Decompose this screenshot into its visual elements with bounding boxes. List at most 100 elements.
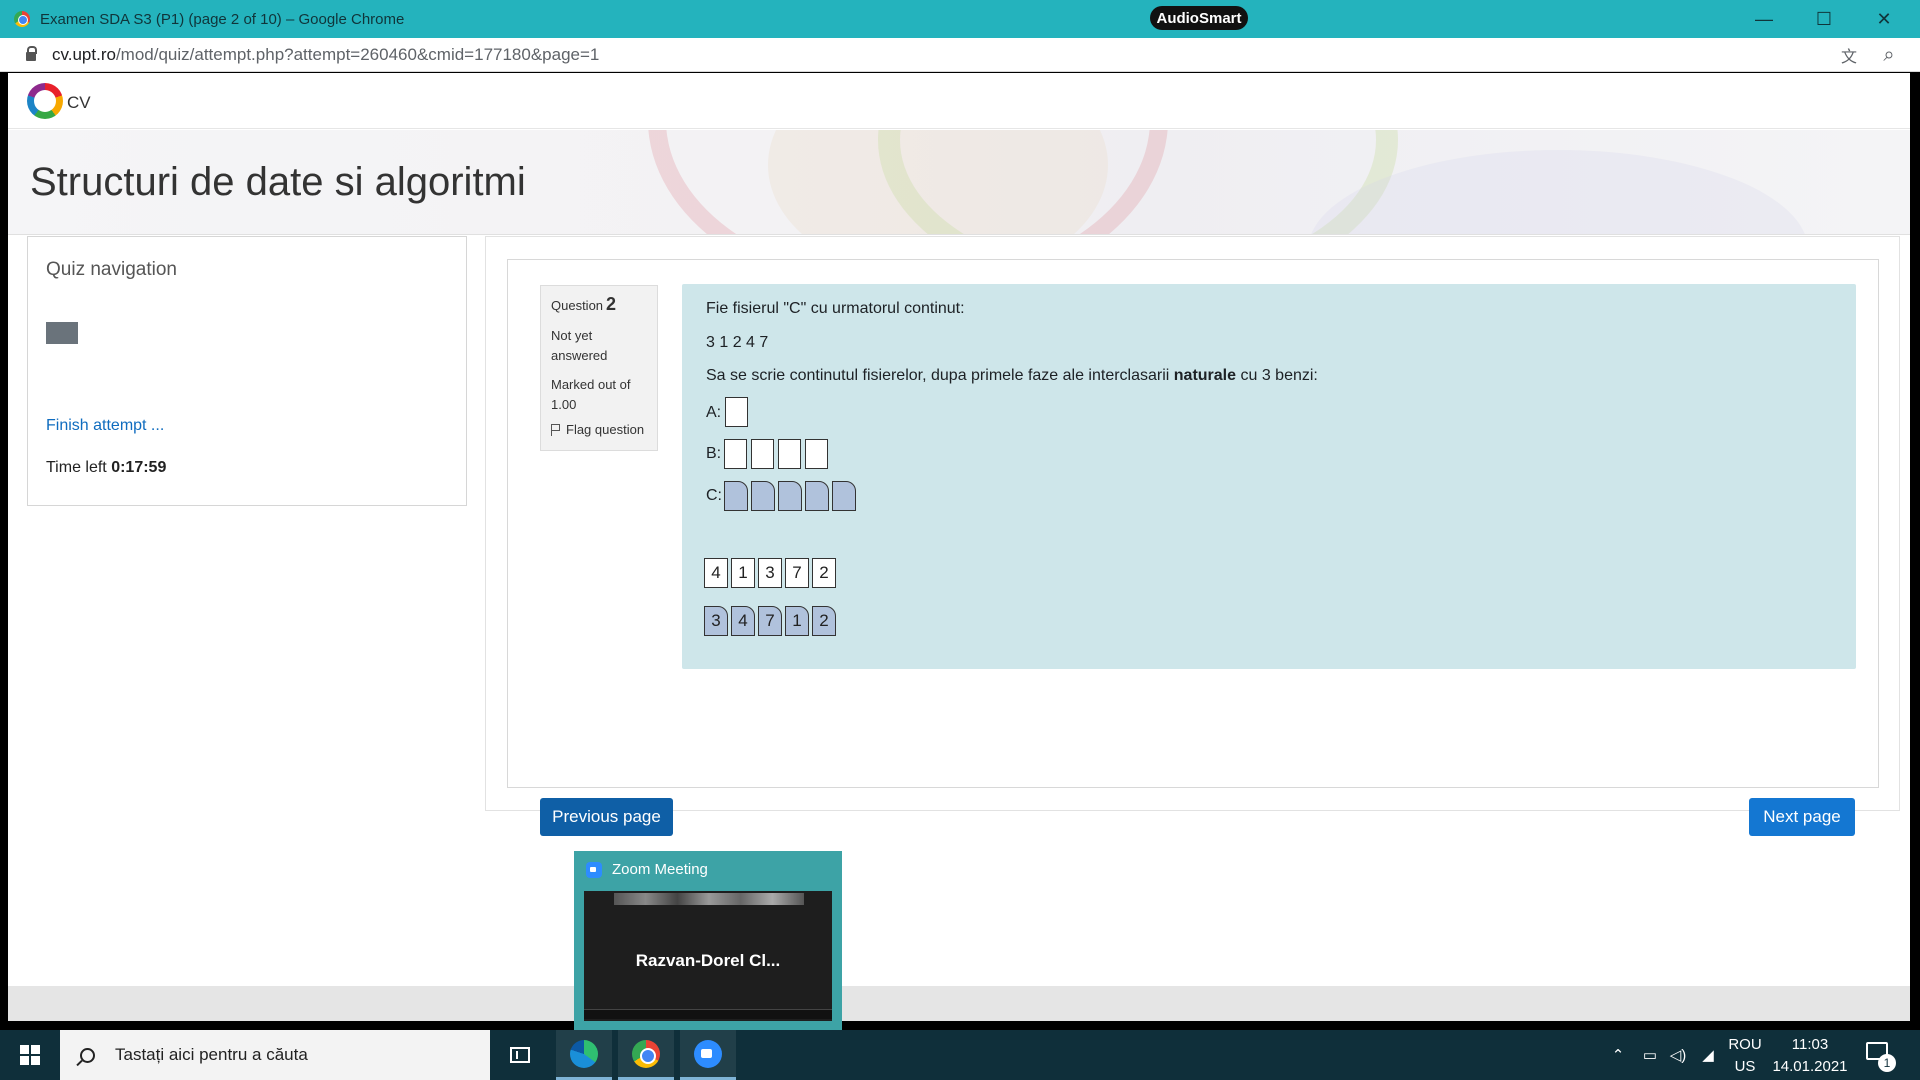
url-host: cv.upt.ro [52, 44, 116, 64]
zoom-toolbar [584, 1009, 832, 1019]
tape-b-dropzone-2[interactable] [751, 439, 774, 469]
translate-icon[interactable]: 文 [1836, 38, 1862, 72]
window-title: Examen SDA S3 (P1) (page 2 of 10) – Goog… [40, 10, 405, 28]
clock-time: 11:03 [1791, 1036, 1829, 1053]
web-page: CV Structuri de date si algoritmi Quiz n… [8, 73, 1910, 1021]
drag-tile-blue[interactable]: 1 [785, 606, 809, 636]
question-state: Not yet answered [551, 328, 608, 363]
logo-text[interactable]: CV [67, 93, 91, 113]
time-left-label: Time left [46, 459, 107, 476]
chrome-icon [14, 11, 30, 27]
tape-c-dropzone-2[interactable] [751, 481, 775, 511]
zoom-participant-name: Razvan-Dorel Cl... [635, 951, 781, 970]
site-header: CV [8, 73, 1910, 129]
time-left-value: 0:17:59 [111, 459, 167, 476]
quiz-navigation-block: Quiz navigation Finish attempt ... Time … [27, 236, 467, 506]
zoom-meeting-preview[interactable]: Zoom Meeting Razvan-Dorel Cl... [574, 851, 842, 1031]
edge-taskbar-button[interactable] [556, 1030, 612, 1080]
next-page-button[interactable]: Next page [1749, 798, 1855, 836]
edge-icon[interactable] [570, 1039, 598, 1068]
zoom-preview-thumbnail[interactable]: Razvan-Dorel Cl... [584, 891, 832, 1021]
quiz-nav-page-8[interactable] [333, 301, 365, 344]
question-number-value: 2 [606, 294, 617, 314]
battery-icon[interactable]: ▭ [1636, 1030, 1664, 1080]
finish-attempt-link[interactable]: Finish attempt ... [46, 417, 164, 435]
previous-page-button[interactable]: Previous page [540, 798, 673, 836]
tape-b-dropzone-1[interactable] [724, 439, 747, 469]
tape-c-dropzone-4[interactable] [805, 481, 829, 511]
quiz-nav-page-7[interactable] [292, 301, 324, 344]
drag-tile-white[interactable]: 7 [785, 558, 809, 588]
quiz-nav-page-6[interactable] [251, 301, 283, 344]
quiz-nav-page-4[interactable] [169, 301, 201, 344]
language-code: ROU [1728, 1036, 1762, 1053]
page-footer [8, 986, 1910, 1021]
clock[interactable]: 11:03 14.01.2021 [1770, 1034, 1850, 1078]
question-content: Fie fisierul "C" cu urmatorul continut: … [682, 284, 1856, 669]
drag-tile-blue[interactable]: 2 [812, 606, 836, 636]
notification-badge: 1 [1878, 1054, 1896, 1072]
chrome-taskbar-button[interactable] [618, 1030, 674, 1080]
tape-b-dropzone-4[interactable] [805, 439, 828, 469]
flag-icon[interactable] [551, 423, 560, 436]
zoom-preview-header: Zoom Meeting [586, 861, 708, 878]
windows-taskbar: Tastați aici pentru a căuta ⌃ ▭ ◁) ◢ ROU… [0, 1030, 1920, 1080]
quiz-nav-page-3[interactable] [128, 301, 160, 344]
windows-logo-icon[interactable] [20, 1045, 40, 1065]
minimize-icon[interactable]: — [1736, 0, 1792, 38]
tape-a-label: A: [706, 404, 722, 421]
zoom-taskbar-button[interactable] [680, 1030, 736, 1080]
audiosmart-badge[interactable]: AudioSmart [1150, 6, 1248, 30]
quiz-nav-page-9[interactable] [374, 301, 406, 344]
flag-question-link[interactable]: Flag question [551, 422, 644, 437]
language-indicator[interactable]: ROU US [1725, 1034, 1765, 1078]
task-view-icon[interactable] [510, 1047, 530, 1063]
drag-tile-white[interactable]: 2 [812, 558, 836, 588]
quiz-nav-page-1[interactable] [46, 301, 78, 344]
address-bar[interactable]: cv.upt.ro/mod/quiz/attempt.php?attempt=2… [0, 38, 1920, 72]
lock-icon[interactable] [26, 46, 37, 61]
question-number: Question 2 [551, 294, 616, 315]
time-left: Time left 0:17:59 [46, 459, 166, 477]
search-icon[interactable] [80, 1047, 95, 1063]
flag-question-label[interactable]: Flag question [566, 422, 644, 437]
zoom-icon[interactable] [694, 1039, 722, 1068]
start-button[interactable] [0, 1030, 60, 1080]
zoom-icon [586, 861, 602, 878]
zoom-magnifier-icon[interactable]: ⌕ [1876, 38, 1902, 72]
course-title: Structuri de date si algoritmi [30, 160, 526, 204]
drag-tile-blue[interactable]: 4 [731, 606, 755, 636]
question-text-content: 3 1 2 4 7 [706, 334, 769, 351]
task-text-post: cu 3 benzi: [1236, 367, 1318, 384]
quiz-nav-page-10[interactable] [46, 349, 78, 392]
browser-titlebar: Examen SDA S3 (P1) (page 2 of 10) – Goog… [0, 0, 1920, 38]
maximize-icon[interactable]: ☐ [1796, 0, 1852, 38]
question-info: Question 2 Not yet answered Marked out of… [540, 285, 658, 451]
wifi-icon[interactable]: ◢ [1694, 1030, 1722, 1080]
chevron-up-icon[interactable]: ⌃ [1604, 1030, 1632, 1080]
quiz-nav-page-2[interactable] [87, 301, 119, 344]
search-placeholder[interactable]: Tastați aici pentru a căuta [115, 1045, 308, 1065]
task-view-button[interactable] [492, 1030, 548, 1080]
chrome-icon[interactable] [632, 1039, 660, 1068]
url-path: /mod/quiz/attempt.php?attempt=260460&cmi… [115, 44, 600, 64]
task-text-pre: Sa se scrie continutul fisierelor, dupa … [706, 367, 1174, 384]
tape-b-dropzone-3[interactable] [778, 439, 801, 469]
tape-c-dropzone-1[interactable] [724, 481, 748, 511]
quiz-nav-page-5[interactable] [210, 301, 242, 344]
tape-c-dropzone-5[interactable] [832, 481, 856, 511]
speaker-icon[interactable]: ◁) [1664, 1030, 1692, 1080]
drag-tile-white[interactable]: 3 [758, 558, 782, 588]
tape-c-dropzone-3[interactable] [778, 481, 802, 511]
taskbar-search[interactable]: Tastați aici pentru a căuta [60, 1030, 490, 1080]
drag-tile-blue[interactable]: 7 [758, 606, 782, 636]
tape-a-dropzone-1[interactable] [725, 397, 748, 427]
cv-logo-icon[interactable] [27, 82, 63, 119]
drag-tile-white[interactable]: 1 [731, 558, 755, 588]
drag-tile-white[interactable]: 4 [704, 558, 728, 588]
tape-b-label: B: [706, 445, 722, 462]
drag-tile-blue[interactable]: 3 [704, 606, 728, 636]
divider [8, 234, 1910, 235]
url-text[interactable]: cv.upt.ro/mod/quiz/attempt.php?attempt=2… [52, 45, 599, 65]
close-icon[interactable]: ✕ [1856, 0, 1912, 38]
